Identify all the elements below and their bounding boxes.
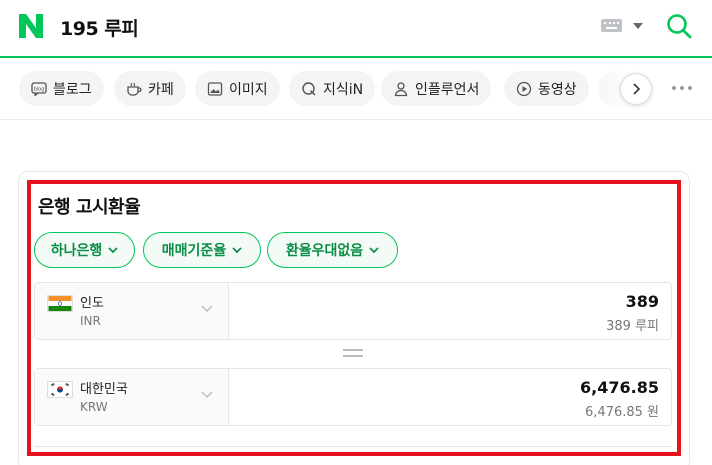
tab-label: 카페 [148,81,174,98]
chevron-right-icon [633,83,641,95]
tab-label: 동영상 [538,81,577,98]
chevron-down-icon [369,246,379,253]
chevron-down-icon[interactable] [633,23,643,29]
tab-kin[interactable]: 지식iN [289,71,376,106]
from-currency-name: 인도 [80,296,104,311]
chevron-down-icon [108,246,118,253]
tab-label: 블로그 [53,81,92,98]
tab-label: 이미지 [229,81,268,98]
svg-text:blog: blog [34,86,45,92]
rate-type-filter-button[interactable]: 매매기준율 [143,232,261,268]
keyboard-icon[interactable] [601,19,622,32]
tab-cafe[interactable]: 카페 [114,71,186,106]
to-currency-code: KRW [80,400,108,414]
tab-influencer[interactable]: 인플루언서 [381,71,492,106]
search-icon[interactable] [665,12,693,40]
filter-label: 매매기준율 [161,243,227,259]
to-currency-row: 대한민국 KRW 6,476.85 6,476.85 원 [34,368,672,426]
korea-flag-icon [47,381,73,398]
chevron-down-icon [201,305,213,312]
tab-video[interactable]: 동영상 [504,71,589,106]
search-query[interactable]: 195 루피 [60,14,139,41]
person-icon [394,81,408,96]
from-amount-text: 389 루피 [606,319,659,334]
divider [34,446,672,447]
to-currency-select[interactable]: 대한민국 KRW [35,369,229,425]
to-currency-name: 대한민국 [80,382,128,397]
preferential-filter-button[interactable]: 환율우대없음 [267,232,398,268]
more-options-icon[interactable] [672,86,692,90]
cafe-icon [127,82,142,96]
from-currency-select[interactable]: 인도 INR [35,283,229,339]
from-amount-input[interactable]: 389 [626,292,659,311]
filter-label: 환율우대없음 [285,243,364,259]
naver-logo-icon[interactable] [17,12,45,40]
chevron-down-icon [201,391,213,398]
play-icon [516,81,532,96]
chevron-down-icon [232,246,242,253]
from-currency-code: INR [80,314,101,328]
bank-filter-button[interactable]: 하나은행 [34,232,135,268]
tab-blog[interactable]: blog 블로그 [19,71,104,106]
tabs-next-button[interactable] [620,73,652,105]
tab-label: 인플루언서 [415,81,480,98]
equals-icon [343,349,363,359]
from-currency-row: 인도 INR 389 389 루피 [34,282,672,340]
blog-icon: blog [31,81,47,96]
search-header: 195 루피 [0,0,712,58]
card-title: 은행 고시환율 [38,197,141,218]
tab-label: 지식iN [323,81,364,98]
india-flag-icon [47,295,73,312]
tab-image[interactable]: 이미지 [195,71,280,106]
filter-label: 하나은행 [50,243,103,259]
to-amount-input[interactable]: 6,476.85 [580,378,659,397]
search-q-icon [302,81,316,95]
to-amount-text: 6,476.85 원 [585,405,659,420]
image-icon [207,81,223,96]
